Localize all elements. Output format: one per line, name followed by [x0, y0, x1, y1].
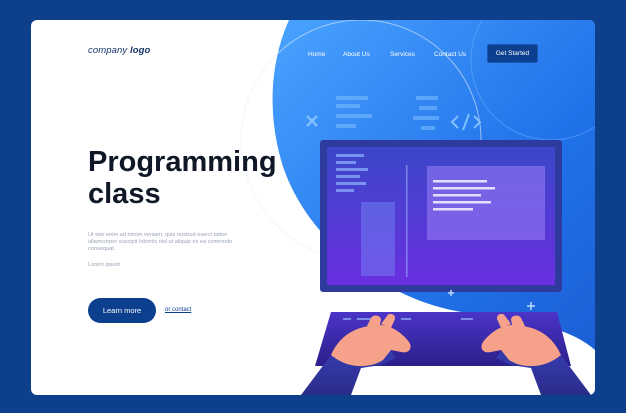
landing-card: company logo Home About Us Services Cont…	[31, 20, 595, 395]
page-title: Programming class	[88, 146, 298, 210]
contact-link[interactable]: or contact	[165, 307, 191, 313]
title-line-1: Programming	[88, 146, 277, 178]
title-line-2: class	[88, 178, 161, 210]
close-symbol-icon	[306, 115, 318, 127]
floating-code-lines	[336, 96, 439, 130]
code-brackets-icon	[450, 113, 482, 131]
learn-more-button[interactable]: Learn more	[88, 298, 156, 323]
hero-description: Ut wisi enim ad minim veniam, quis nostr…	[88, 232, 233, 253]
hero-subtext: Lorem ipsum	[88, 262, 121, 268]
decorative-plus-icons	[448, 290, 535, 310]
